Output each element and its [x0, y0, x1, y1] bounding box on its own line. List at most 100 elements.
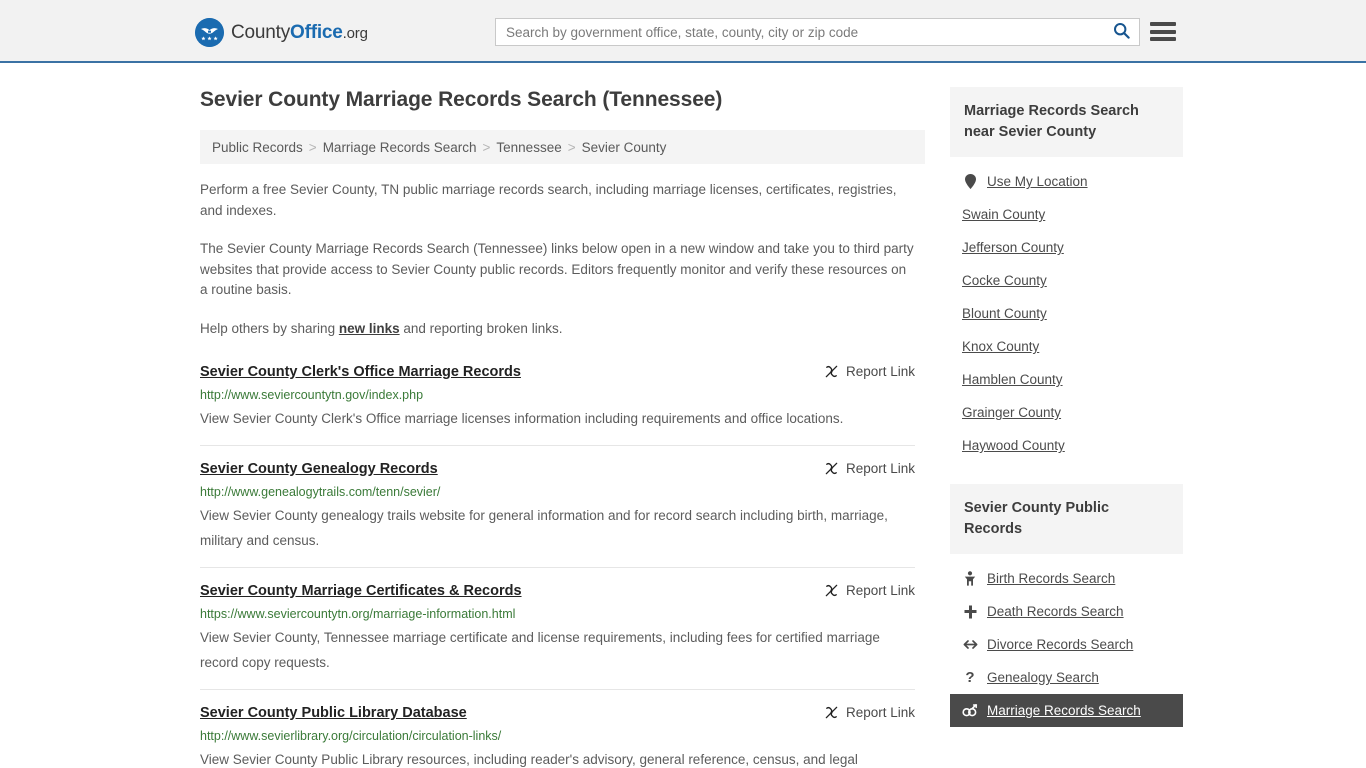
result-description: View Sevier County genealogy trails webs… — [200, 508, 888, 548]
marriage-symbol-icon — [962, 704, 978, 717]
brand-wordmark: CountyOffice.org — [231, 22, 368, 44]
brand-text-org: .org — [342, 24, 368, 42]
results-list: Sevier County Clerk's Office Marriage Re… — [190, 363, 925, 768]
result-title-link[interactable]: Sevier County Marriage Certificates & Re… — [200, 582, 522, 601]
intro-text-before-link: Help others by sharing — [200, 320, 339, 336]
sidebar-item-label: Grainger County — [962, 405, 1062, 420]
hamburger-menu-icon-bar — [1150, 22, 1176, 26]
result-url: http://www.genealogytrails.com/tenn/sevi… — [200, 485, 441, 499]
main-content: Sevier County Marriage Records Search (T… — [190, 87, 925, 768]
sidebar-item-genealogy-search[interactable]: ? Genealogy Search — [950, 661, 1183, 694]
eagle-shield-logo-icon — [195, 18, 224, 47]
sidebar-item-death-records-search[interactable]: Death Records Search — [950, 595, 1183, 628]
sidebar-item-use-my-location[interactable]: Use My Location — [950, 165, 1183, 198]
breadcrumb-separator: > — [567, 139, 576, 155]
sidebar-item-label: Marriage Records Search — [987, 703, 1141, 718]
nearby-searches-heading: Marriage Records Search near Sevier Coun… — [950, 87, 1183, 157]
sidebar-item-birth-records-search[interactable]: Birth Records Search — [950, 562, 1183, 595]
sidebar-item-label: Knox County — [962, 339, 1040, 354]
sidebar-item-haywood-county[interactable]: Haywood County — [950, 429, 1183, 462]
site-header: CountyOffice.org — [0, 0, 1366, 63]
result-header: Sevier County Clerk's Office Marriage Re… — [200, 363, 915, 382]
hamburger-menu-button[interactable] — [1150, 20, 1176, 43]
broken-link-icon — [824, 705, 839, 720]
breadcrumb-item-public-records[interactable]: Public Records — [212, 140, 303, 155]
breadcrumb-separator: > — [308, 139, 317, 155]
sidebar-item-label: Cocke County — [962, 273, 1047, 288]
intro-paragraph-2: The Sevier County Marriage Records Searc… — [200, 241, 914, 297]
result-title-link[interactable]: Sevier County Genealogy Records — [200, 460, 438, 479]
sidebar-item-label: Hamblen County — [962, 372, 1063, 387]
search-submit-button[interactable] — [1103, 19, 1139, 45]
result-url: https://www.seviercountytn.org/marriage-… — [200, 607, 516, 621]
brand-text-county: County — [231, 21, 291, 43]
breadcrumb: Public Records > Marriage Records Search… — [200, 130, 925, 164]
sidebar-item-knox-county[interactable]: Knox County — [950, 330, 1183, 363]
sidebar-item-label: Haywood County — [962, 438, 1065, 453]
intro-paragraph-1: Perform a free Sevier County, TN public … — [200, 182, 897, 218]
sidebar-item-label: Death Records Search — [987, 604, 1124, 619]
result-url: http://www.sevierlibrary.org/circulation… — [200, 729, 502, 743]
report-link-button[interactable]: Report Link — [824, 363, 915, 379]
report-link-button[interactable]: Report Link — [824, 582, 915, 598]
broken-link-icon — [824, 583, 839, 598]
sidebar: Marriage Records Search near Sevier Coun… — [950, 87, 1183, 768]
result-item: Sevier County Clerk's Office Marriage Re… — [200, 363, 915, 446]
sidebar-item-grainger-county[interactable]: Grainger County — [950, 396, 1183, 429]
result-header: Sevier County Marriage Certificates & Re… — [200, 582, 915, 601]
sidebar-item-divorce-records-search[interactable]: Divorce Records Search — [950, 628, 1183, 661]
search-input[interactable] — [496, 19, 1103, 45]
report-link-button[interactable]: Report Link — [824, 460, 915, 476]
nearby-searches-list: Use My Location Swain County Jefferson C… — [950, 157, 1183, 462]
result-url: http://www.seviercountytn.gov/index.php — [200, 388, 424, 402]
intro-text-after-link: and reporting broken links. — [399, 320, 563, 336]
public-records-heading: Sevier County Public Records — [950, 484, 1183, 554]
report-link-label: Report Link — [845, 461, 915, 476]
intro-paragraph-3: Help others by sharing new links and rep… — [200, 319, 915, 340]
sidebar-item-cocke-county[interactable]: Cocke County — [950, 264, 1183, 297]
brand-text-office: Office — [290, 21, 343, 43]
sidebar-item-label: Birth Records Search — [987, 571, 1116, 586]
breadcrumb-item-tennessee[interactable]: Tennessee — [496, 140, 561, 155]
sidebar-item-swain-county[interactable]: Swain County — [950, 198, 1183, 231]
new-links-link[interactable]: new links — [339, 321, 400, 336]
breadcrumb-item-sevier-county[interactable]: Sevier County — [582, 140, 667, 155]
page-body: Sevier County Marriage Records Search (T… — [0, 63, 1366, 768]
report-link-button[interactable]: Report Link — [824, 704, 915, 720]
report-link-label: Report Link — [845, 364, 915, 379]
question-mark-icon: ? — [965, 669, 975, 686]
search-bar — [495, 18, 1140, 46]
cross-icon — [962, 605, 978, 619]
sidebar-item-hamblen-county[interactable]: Hamblen County — [950, 363, 1183, 396]
result-description: View Sevier County Public Library resour… — [200, 752, 858, 767]
broken-link-icon — [824, 364, 839, 379]
sidebar-item-label: Genealogy Search — [987, 670, 1099, 685]
result-header: Sevier County Public Library Database Re… — [200, 704, 915, 723]
result-item: Sevier County Genealogy Records Report L… — [200, 460, 915, 568]
result-description: View Sevier County, Tennessee marriage c… — [200, 630, 880, 670]
search-icon — [1113, 22, 1130, 42]
sidebar-item-marriage-records-search[interactable]: Marriage Records Search — [950, 694, 1183, 727]
nearby-searches-panel: Marriage Records Search near Sevier Coun… — [950, 87, 1183, 462]
sidebar-item-jefferson-county[interactable]: Jefferson County — [950, 231, 1183, 264]
baby-icon — [962, 571, 978, 586]
divorce-arrows-icon — [962, 639, 978, 650]
result-item: Sevier County Public Library Database Re… — [200, 704, 915, 768]
intro-section: Perform a free Sevier County, TN public … — [190, 180, 925, 339]
result-title-link[interactable]: Sevier County Public Library Database — [200, 704, 467, 723]
sidebar-item-blount-county[interactable]: Blount County — [950, 297, 1183, 330]
sidebar-item-label: Blount County — [962, 306, 1047, 321]
result-title-link[interactable]: Sevier County Clerk's Office Marriage Re… — [200, 363, 521, 382]
report-link-label: Report Link — [845, 705, 915, 720]
result-header: Sevier County Genealogy Records Report L… — [200, 460, 915, 479]
broken-link-icon — [824, 461, 839, 476]
site-logo-link[interactable]: CountyOffice.org — [195, 18, 368, 47]
breadcrumb-item-marriage-records-search[interactable]: Marriage Records Search — [323, 140, 477, 155]
sidebar-item-label: Swain County — [962, 207, 1046, 222]
map-pin-icon — [962, 174, 978, 189]
page-title: Sevier County Marriage Records Search (T… — [200, 88, 723, 111]
public-records-panel: Sevier County Public Records Birth Recor… — [950, 484, 1183, 727]
sidebar-item-label: Divorce Records Search — [987, 637, 1134, 652]
hamburger-menu-icon-bar — [1150, 37, 1176, 41]
report-link-label: Report Link — [845, 583, 915, 598]
